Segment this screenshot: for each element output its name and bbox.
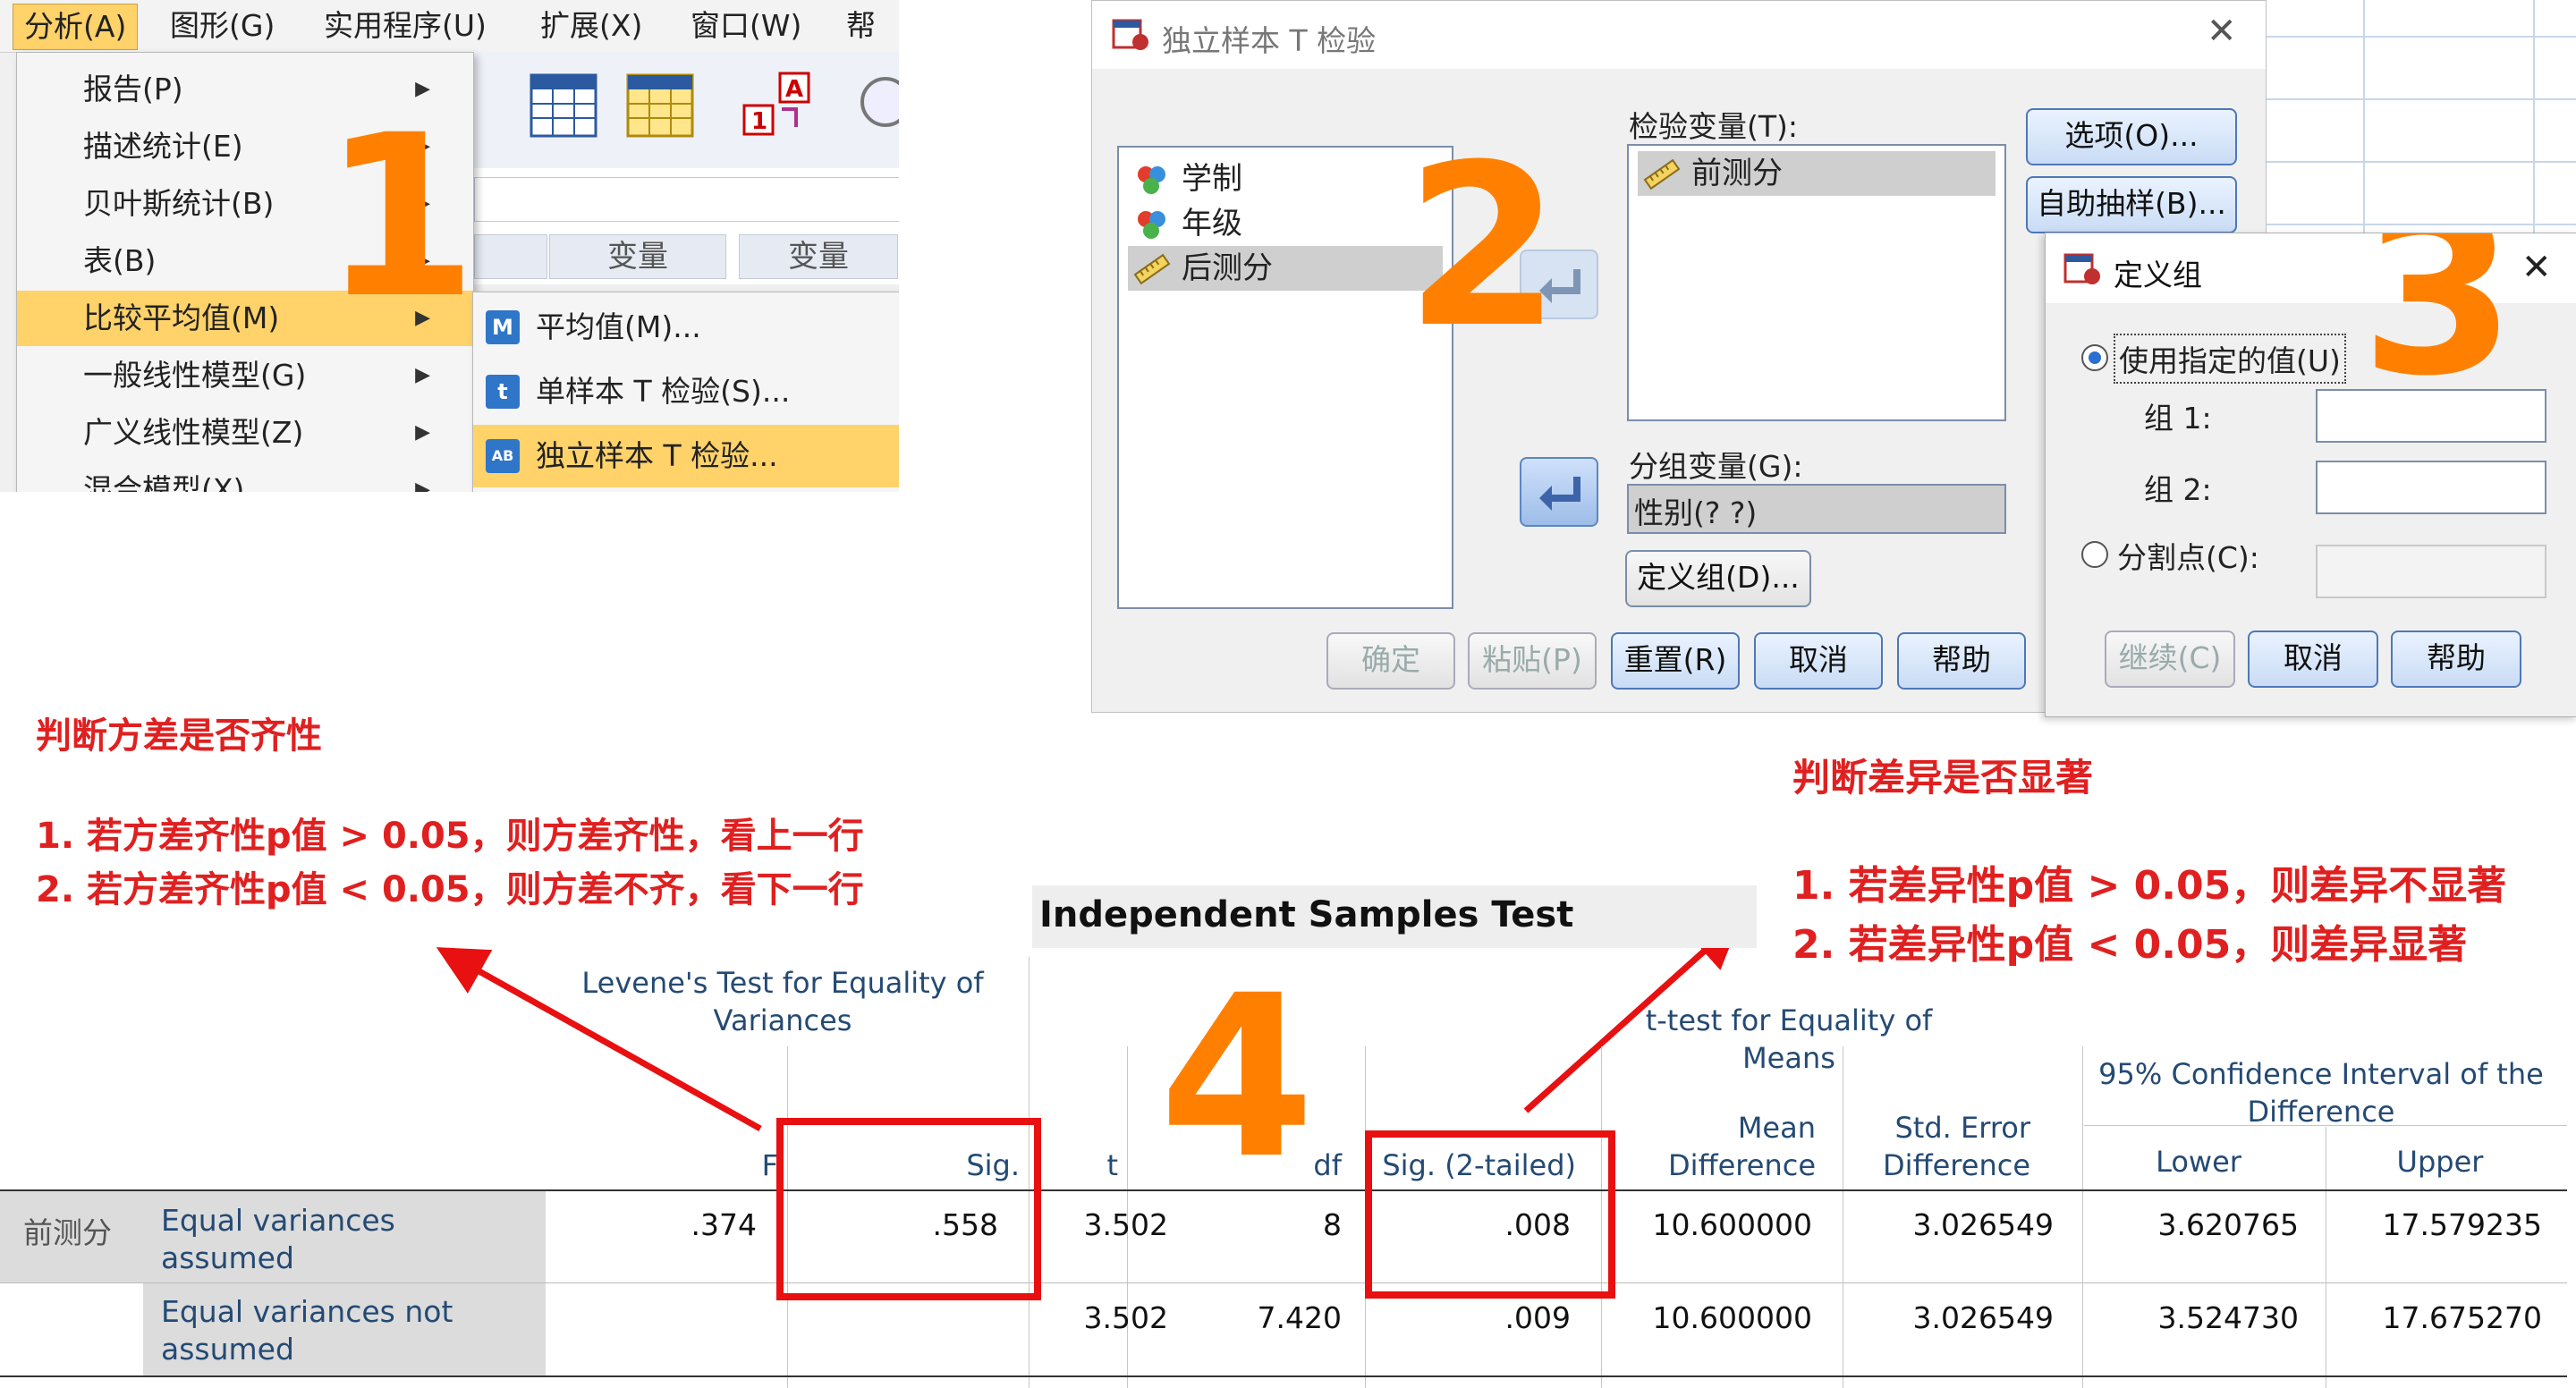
col-header-upper: Upper (2396, 1145, 2484, 1179)
cell-mean-diff: 10.600000 (1652, 1207, 1812, 1242)
cell-upper: 17.675270 (2382, 1300, 2542, 1335)
output-table-title: Independent Samples Test (1039, 894, 1574, 935)
cell-se-diff: 3.026549 (1912, 1300, 2054, 1335)
row-label: Equal variances not assumed (161, 1294, 453, 1367)
cell-sig-2tailed: .009 (1504, 1300, 1571, 1335)
cell-df: 8 (1323, 1207, 1342, 1242)
cell-upper: 17.579235 (2382, 1207, 2542, 1242)
ci-header: 95% Confidence Interval of the Differenc… (2098, 1057, 2544, 1129)
row-label: Equal variances assumed (161, 1203, 395, 1275)
cell-t: 3.502 (1083, 1207, 1168, 1242)
variable-name: 前测分 (23, 1215, 112, 1250)
cell-mean-diff: 10.600000 (1652, 1300, 1812, 1335)
ttest-header: t-test for Equality of Means (1645, 1003, 1933, 1075)
cell-F: .374 (691, 1207, 757, 1242)
cell-lower: 3.524730 (2157, 1300, 2299, 1335)
levene-header: Levene's Test for Equality of Variances (581, 966, 984, 1037)
cell-df: 7.420 (1257, 1300, 1342, 1335)
cell-lower: 3.620765 (2157, 1207, 2299, 1242)
highlight-levene-sig (776, 1118, 1041, 1300)
col-header-mean-diff: Mean Difference (1668, 1111, 1816, 1182)
col-header-se-diff: Std. Error Difference (1883, 1111, 2030, 1182)
col-header-lower: Lower (2156, 1145, 2241, 1179)
col-header-t: t (1106, 1148, 1118, 1182)
cell-se-diff: 3.026549 (1912, 1207, 2054, 1242)
step-number-4: 4 (1159, 947, 1315, 1207)
highlight-ttest-sig (1365, 1130, 1615, 1299)
cell-t: 3.502 (1083, 1300, 1168, 1335)
output-table-title-bar: Independent Samples Test (1032, 885, 1757, 948)
col-header-F: F (761, 1148, 778, 1182)
